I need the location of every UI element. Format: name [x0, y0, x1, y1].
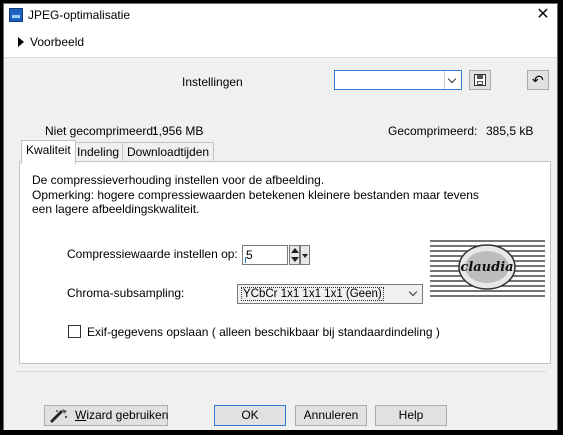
settings-label: Instellingen	[182, 75, 243, 89]
description-line-2: Opmerking: hogere compressiewaarden bete…	[32, 188, 479, 202]
quality-tab-panel: De compressieverhouding instellen voor d…	[19, 161, 551, 364]
expand-triangle-icon	[18, 37, 24, 47]
slider-indicator	[245, 257, 246, 263]
app-icon	[9, 8, 23, 22]
reset-button[interactable]: ↶	[527, 70, 549, 90]
compression-value: 5	[246, 248, 253, 262]
tab-downloadtijden[interactable]: Downloadtijden	[122, 142, 215, 162]
wizard-button[interactable]: Wizard gebruiken	[44, 405, 168, 426]
dialog-window: JPEG-optimalisatie ✕ Voorbeeld Instellin…	[3, 3, 558, 430]
uncompressed-value: 1,956 MB	[152, 124, 204, 138]
close-button[interactable]: ✕	[535, 6, 551, 24]
magic-wand-icon	[50, 409, 68, 423]
watermark-text: claudia	[460, 260, 513, 275]
chevron-down-icon	[444, 71, 461, 89]
chevron-down-icon	[406, 285, 422, 303]
chroma-dropdown[interactable]: YCbCr 1x1 1x1 1x1 (Geen)	[237, 284, 423, 304]
window-title: JPEG-optimalisatie	[28, 8, 131, 22]
tab-indeling[interactable]: Indeling	[72, 142, 125, 162]
chroma-label: Chroma-subsampling:	[67, 286, 185, 300]
tab-kwaliteit[interactable]: Kwaliteit	[21, 140, 76, 164]
title-bar: JPEG-optimalisatie ✕	[4, 4, 557, 28]
divider	[16, 371, 546, 372]
wizard-label: Wizard gebruiken	[75, 406, 168, 425]
claudia-watermark-logo: claudia	[430, 240, 545, 297]
preset-dropdown[interactable]	[334, 70, 462, 90]
description-line-3: een lagere afbeeldingskwaliteit.	[32, 202, 200, 216]
dialog-body: Instellingen ↶ Niet gecomprimeerd: 1,956…	[4, 57, 557, 430]
arrow-up-icon	[291, 248, 299, 253]
description-line-1: De compressieverhouding instellen voor d…	[32, 173, 325, 187]
ok-button[interactable]: OK	[214, 405, 286, 426]
save-preset-button[interactable]	[469, 70, 491, 90]
preview-label: Voorbeeld	[30, 35, 85, 49]
uncompressed-label: Niet gecomprimeerd:	[45, 124, 157, 138]
chroma-value: YCbCr 1x1 1x1 1x1 (Geen)	[241, 287, 384, 301]
wizard-mnemonic: W	[75, 408, 87, 422]
compression-spinner: 5	[242, 245, 310, 265]
spin-arrows[interactable]	[289, 245, 300, 265]
exif-label: Exif-gegevens opslaan ( alleen beschikba…	[87, 325, 440, 339]
reset-icon: ↶	[532, 72, 544, 88]
arrow-down-icon	[291, 257, 299, 262]
floppy-disk-icon	[474, 74, 486, 86]
compressed-value: 385,5 kB	[486, 124, 534, 138]
compressed-label: Gecomprimeerd:	[388, 124, 478, 138]
wizard-label-rest: izard gebruiken	[86, 408, 169, 422]
help-button[interactable]: Help	[375, 405, 447, 426]
compression-input[interactable]: 5	[242, 245, 288, 265]
slider-popup-button[interactable]	[300, 245, 310, 265]
compression-label: Compressiewaarde instellen op:	[67, 247, 238, 261]
cancel-button[interactable]: Annuleren	[295, 405, 367, 426]
exif-checkbox[interactable]	[68, 325, 81, 338]
